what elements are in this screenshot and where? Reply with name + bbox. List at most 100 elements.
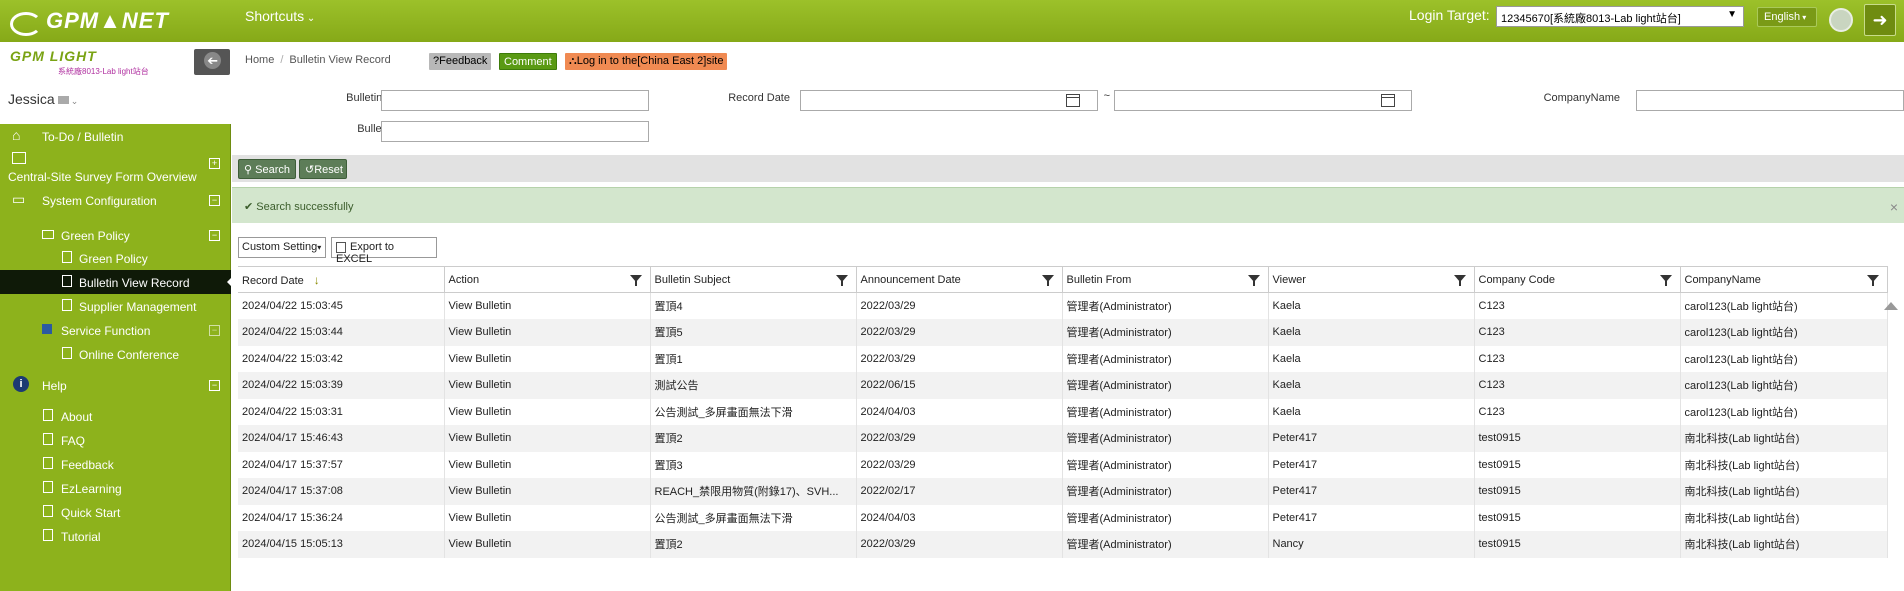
calendar-icon[interactable] (1381, 94, 1395, 107)
record-date-to-input[interactable] (1114, 90, 1412, 111)
table-row[interactable]: 2024/04/22 15:03:31 View Bulletin 公告測試_多屏畫… (238, 398, 1888, 425)
table-row[interactable]: 2024/04/22 15:03:42 View Bulletin 置頂1 2022/… (238, 345, 1888, 372)
feedback-badge[interactable]: ?Feedback (429, 53, 492, 70)
collapse-icon[interactable]: − (209, 230, 220, 241)
column-header-record-date[interactable]: Record Date ↓ (238, 266, 445, 293)
table-row[interactable]: 2024/04/17 15:37:57 View Bulletin 置頂3 2022/… (238, 451, 1888, 478)
sidebar-item-about[interactable]: About (0, 404, 231, 428)
sidebar-item-quick-start[interactable]: Quick Start (0, 500, 231, 524)
home-icon: ⌂ (12, 127, 21, 143)
column-header-announcement-date[interactable]: Announcement Date (856, 266, 1063, 293)
table-cell: View Bulletin (444, 425, 651, 452)
expand-icon[interactable]: + (209, 158, 220, 169)
shortcuts-menu[interactable]: Shortcuts ⌄ (245, 8, 315, 24)
table-cell: 2024/04/22 15:03:45 (238, 292, 445, 319)
sidebar-item-tutorial[interactable]: Tutorial (0, 524, 231, 548)
table-row[interactable]: 2024/04/17 15:36:24 View Bulletin 公告測試_多屏畫… (238, 504, 1888, 531)
collapse-icon[interactable]: − (209, 325, 220, 336)
table-cell: Nancy (1268, 531, 1475, 558)
filter-icon[interactable] (835, 275, 848, 286)
scroll-up-icon[interactable] (1884, 302, 1898, 310)
column-header-action[interactable]: Action (444, 266, 651, 293)
login-target-select[interactable]: 12345670[系統廠8013-Lab light站台] ▼ (1496, 6, 1744, 27)
table-cell: Kaela (1268, 319, 1475, 346)
column-header-bulletin-from[interactable]: Bulletin From (1062, 266, 1269, 293)
table-row[interactable]: 2024/04/15 15:05:13 View Bulletin 置頂2 2022/… (238, 531, 1888, 558)
close-icon[interactable]: × (1890, 199, 1898, 215)
custom-setting-button[interactable]: Custom Setting▾ (238, 237, 326, 258)
column-header-company-name[interactable]: CompanyName (1680, 266, 1888, 293)
collapse-sidebar-button[interactable] (194, 49, 230, 75)
table-cell: 置頂2 (650, 531, 857, 558)
file-icon (43, 505, 53, 517)
table-cell: 2024/04/22 15:03:44 (238, 319, 445, 346)
record-date-from-input[interactable] (800, 90, 1098, 111)
table-row[interactable]: 2024/04/22 15:03:44 View Bulletin 置頂5 2022/… (238, 319, 1888, 346)
gpmnet-logo[interactable]: GPM▲NET (8, 6, 169, 36)
logout-icon[interactable]: ➜ (1864, 4, 1896, 36)
bulletin-from-input[interactable] (381, 121, 649, 142)
filter-icon[interactable] (1866, 275, 1879, 286)
login-site-badge[interactable]: ⛬Log in to the[China East 2]site (565, 53, 728, 70)
sidebar-item-bulletin-view-record[interactable]: Bulletin View Record (0, 270, 232, 294)
column-header-company-code[interactable]: Company Code (1474, 266, 1681, 293)
sidebar-item-green-policy-group[interactable]: Green Policy − (0, 224, 231, 246)
table-row[interactable]: 2024/04/17 15:46:43 View Bulletin 置頂2 2022/… (238, 425, 1888, 452)
company-name-input[interactable] (1636, 90, 1904, 111)
search-button[interactable]: ⚲ Search (238, 159, 296, 179)
collapse-icon[interactable]: − (209, 380, 220, 391)
user-menu[interactable]: Jessica ⌄ (8, 91, 78, 107)
table-row[interactable]: 2024/04/22 15:03:45 View Bulletin 置頂4 2022/… (238, 292, 1888, 319)
table-row[interactable]: 2024/04/22 15:03:39 View Bulletin 測試公告 2022… (238, 372, 1888, 399)
sidebar-item-online-conference[interactable]: Online Conference (0, 342, 231, 366)
table-cell: 南北科技(Lab light站台) (1680, 451, 1888, 478)
column-header-label: Announcement Date (860, 273, 961, 286)
reset-button[interactable]: ↺Reset (299, 159, 347, 179)
table-cell: 2024/04/17 15:37:57 (238, 451, 445, 478)
sidebar-item-supplier-management[interactable]: Supplier Management (0, 294, 231, 318)
filter-icon[interactable] (1453, 275, 1466, 286)
language-button[interactable]: English ▾ (1757, 7, 1817, 27)
breadcrumb-home[interactable]: Home (245, 54, 274, 66)
sidebar-item-survey-overview[interactable]: Central-Site Survey Form Overview + (0, 148, 231, 188)
sort-desc-icon[interactable]: ↓ (314, 273, 320, 287)
sidebar-item-help[interactable]: i Help − (0, 372, 231, 398)
table-cell: C123 (1474, 345, 1681, 372)
comment-badge[interactable]: Comment (499, 53, 557, 70)
table-cell: 2024/04/22 15:03:42 (238, 345, 445, 372)
sidebar: GPM LIGHT 系統廠8013-Lab light站台 Jessica ⌄ ⌂… (0, 42, 232, 591)
sidebar-item-label: Supplier Management (79, 300, 197, 314)
table-cell: Kaela (1268, 398, 1475, 425)
file-icon (43, 481, 53, 493)
pencil-icon (12, 152, 26, 164)
sidebar-item-label: Bulletin View Record (79, 276, 190, 290)
export-excel-button[interactable]: Export to EXCEL (331, 237, 437, 265)
search-toolbar (232, 155, 1904, 182)
sidebar-item-label: Quick Start (61, 506, 121, 520)
globe-icon[interactable] (1829, 8, 1853, 32)
table-cell: 2022/06/15 (856, 372, 1063, 399)
table-cell: 2024/04/15 15:05:13 (238, 531, 445, 558)
sidebar-item-label: EzLearning (61, 482, 122, 496)
calendar-icon[interactable] (1066, 94, 1080, 107)
table-cell: carol123(Lab light站台) (1680, 292, 1888, 319)
filter-icon[interactable] (1247, 275, 1260, 286)
table-cell: 2024/04/17 15:46:43 (238, 425, 445, 452)
column-header-bulletin-subject[interactable]: Bulletin Subject (650, 266, 857, 293)
collapse-icon[interactable]: − (209, 195, 220, 206)
sidebar-item-service-function[interactable]: Service Function − (0, 318, 231, 342)
bulletin-subject-input[interactable] (381, 90, 649, 111)
sidebar-item-feedback[interactable]: Feedback (0, 452, 231, 476)
sidebar-item-faq[interactable]: FAQ (0, 428, 231, 452)
sidebar-item-todo-bulletin[interactable]: ⌂ To-Do / Bulletin (0, 124, 231, 148)
sidebar-item-ezlearning[interactable]: EzLearning (0, 476, 231, 500)
filter-icon[interactable] (629, 275, 642, 286)
filter-icon[interactable] (1659, 275, 1672, 286)
sidebar-item-green-policy[interactable]: Green Policy (0, 246, 231, 270)
monitor-icon: ▭ (12, 191, 26, 207)
sidebar-item-system-configuration[interactable]: ▭ System Configuration − (0, 188, 231, 212)
filter-icon[interactable] (1041, 275, 1054, 286)
table-row[interactable]: 2024/04/17 15:37:08 View Bulletin REACH_禁限… (238, 478, 1888, 505)
column-header-viewer[interactable]: Viewer (1268, 266, 1475, 293)
table-cell: View Bulletin (444, 398, 651, 425)
